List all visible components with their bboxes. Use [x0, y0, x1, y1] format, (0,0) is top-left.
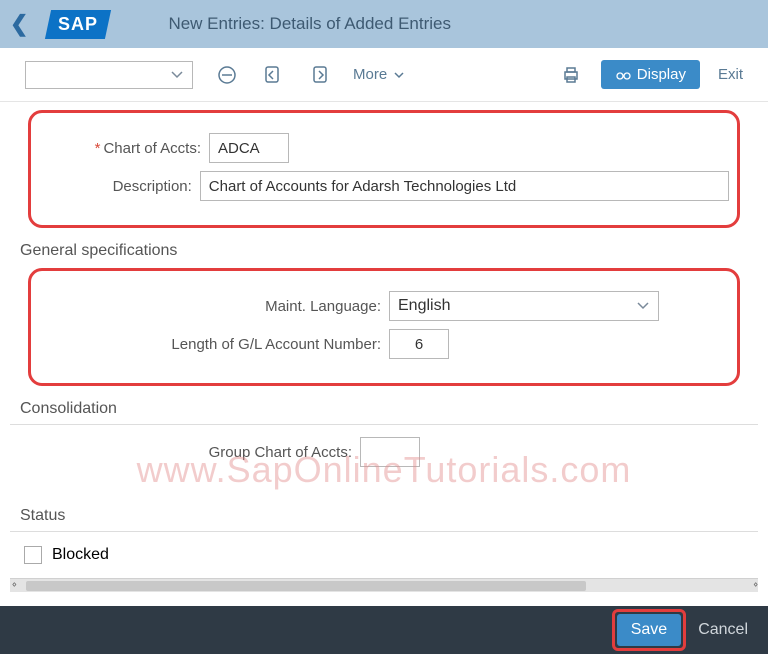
cancel-entry-icon[interactable]: [215, 63, 239, 87]
divider-status: [10, 531, 758, 532]
toolbar: More Display Exit: [0, 48, 768, 102]
sap-logo: SAP: [45, 10, 111, 39]
toolbar-dropdown[interactable]: [25, 61, 193, 89]
section-title-general: General specifications: [20, 242, 758, 260]
label-group-chart: Group Chart of Accts:: [10, 444, 360, 461]
input-group-chart[interactable]: [360, 437, 420, 467]
input-gl-length[interactable]: [389, 329, 449, 359]
label-description: Description:: [39, 178, 200, 195]
chevron-down-icon: [636, 299, 650, 313]
label-maint-language: Maint. Language:: [39, 298, 389, 315]
horizontal-scrollbar[interactable]: [10, 578, 758, 592]
highlight-save: Save: [612, 609, 686, 651]
divider-consolidation: [10, 424, 758, 425]
label-blocked: Blocked: [52, 546, 109, 564]
print-icon[interactable]: [559, 63, 583, 87]
highlight-general-specs: Maint. Language: English Length of G/L A…: [28, 268, 740, 386]
page-title: New Entries: Details of Added Entries: [168, 14, 451, 34]
glasses-icon: [615, 67, 631, 83]
cancel-button[interactable]: Cancel: [698, 621, 748, 639]
highlight-chart-accts: *Chart of Accts: Description:: [28, 110, 740, 228]
row-maint-language: Maint. Language: English: [39, 291, 729, 321]
exit-button[interactable]: Exit: [718, 66, 743, 83]
display-button[interactable]: Display: [601, 60, 700, 89]
input-chart-of-accts[interactable]: [209, 133, 289, 163]
content-area: *Chart of Accts: Description: General sp…: [0, 110, 768, 592]
section-title-status: Status: [20, 507, 758, 525]
chevron-down-icon: [393, 69, 405, 81]
save-button[interactable]: Save: [617, 614, 681, 646]
input-description[interactable]: [200, 171, 729, 201]
header-bar: ❮ SAP New Entries: Details of Added Entr…: [0, 0, 768, 48]
row-group-chart: Group Chart of Accts:: [10, 437, 758, 467]
row-description: Description:: [39, 171, 729, 201]
select-maint-language[interactable]: English: [389, 291, 659, 321]
label-chart-of-accts: *Chart of Accts:: [39, 140, 209, 157]
prev-entry-icon[interactable]: [261, 63, 285, 87]
checkbox-blocked[interactable]: [24, 546, 42, 564]
more-button[interactable]: More: [353, 66, 405, 83]
footer-bar: Save Cancel: [0, 606, 768, 654]
section-title-consolidation: Consolidation: [20, 400, 758, 418]
row-chart-of-accts: *Chart of Accts:: [39, 133, 729, 163]
label-gl-length: Length of G/L Account Number:: [39, 336, 389, 353]
row-gl-length: Length of G/L Account Number:: [39, 329, 729, 359]
scrollbar-thumb[interactable]: [26, 581, 586, 591]
back-button[interactable]: ❮: [10, 11, 28, 37]
chevron-down-icon: [170, 68, 184, 82]
row-blocked: Blocked: [24, 546, 758, 564]
next-entry-icon[interactable]: [307, 63, 331, 87]
